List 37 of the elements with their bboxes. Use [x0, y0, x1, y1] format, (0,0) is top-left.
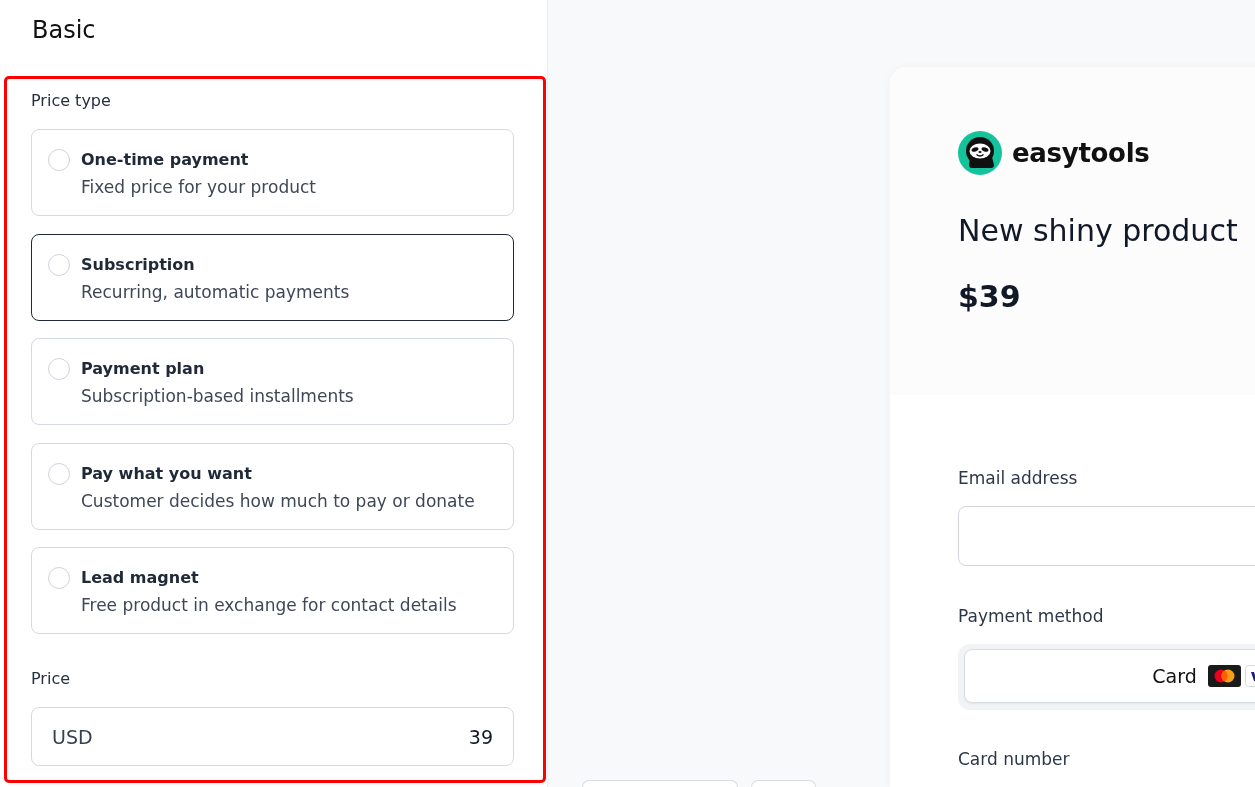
email-label: Email address [958, 467, 1078, 490]
price-value: 39 [468, 725, 493, 748]
option-description: Subscription-based installments [81, 385, 354, 407]
option-description: Recurring, automatic payments [81, 280, 350, 303]
brand-name: easytools [1012, 138, 1150, 168]
section-heading: Basic [32, 16, 96, 44]
toolbar-button[interactable] [751, 780, 816, 787]
price-type-option[interactable]: Payment plan Subscription-based installments [31, 338, 514, 425]
radio-icon[interactable] [48, 149, 70, 171]
option-description: Fixed price for your product [81, 176, 316, 198]
option-title: Payment plan [81, 358, 205, 380]
product-price: $39 [958, 278, 1021, 316]
radio-icon[interactable] [48, 567, 70, 589]
radio-icon[interactable] [48, 358, 70, 380]
payment-method-label: Payment method [958, 605, 1104, 628]
price-type-option[interactable]: Lead magnet Free product in exchange for contact details [31, 547, 514, 634]
option-title: Subscription [81, 253, 195, 276]
price-type-option[interactable]: Pay what you want Customer decides how much to pay or donate [31, 442, 514, 530]
option-title: Lead magnet [81, 567, 199, 589]
option-title: One-time payment [81, 149, 249, 171]
radio-icon[interactable] [48, 462, 70, 485]
option-title: Pay what you want [81, 462, 252, 485]
price-field[interactable]: USD 39 [31, 707, 514, 766]
option-description: Customer decides how much to pay or donate [81, 489, 475, 512]
currency-label: USD [52, 725, 93, 748]
radio-icon[interactable] [48, 253, 70, 276]
price-type-option[interactable]: Subscription Recurring, automatic payments [31, 233, 514, 321]
price-label: Price [31, 669, 71, 689]
option-description: Free product in exchange for contact details [81, 594, 457, 616]
overlapping-circles-card-icon [1207, 665, 1241, 687]
product-name: New shiny product [958, 212, 1238, 250]
toolbar-button[interactable] [582, 780, 738, 787]
price-type-option[interactable]: One-time payment Fixed price for your product [31, 129, 514, 216]
card-number-label: Card number [958, 748, 1070, 771]
price-type-label: Price type [31, 91, 111, 111]
payment-method-option[interactable]: Card [964, 649, 1255, 703]
sloth-logo-icon [958, 131, 1002, 175]
